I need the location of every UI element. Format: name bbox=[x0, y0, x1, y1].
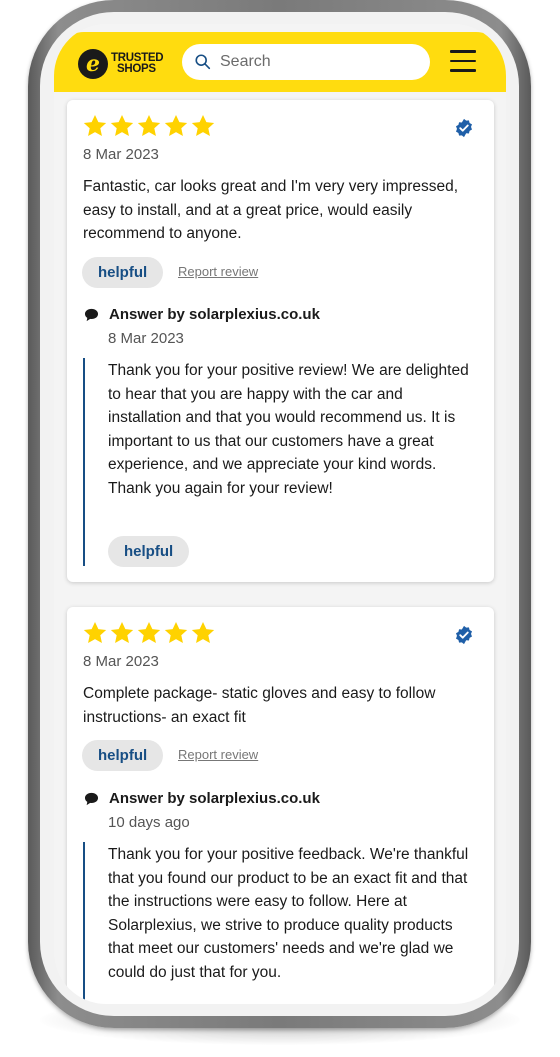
verified-badge-icon bbox=[456, 625, 472, 645]
star-rating bbox=[82, 620, 216, 648]
review-date: 8 Mar 2023 bbox=[83, 146, 159, 163]
search-icon bbox=[195, 54, 211, 70]
star-icon bbox=[164, 621, 188, 643]
menu-line bbox=[450, 50, 476, 53]
star-icon bbox=[83, 621, 107, 643]
trusted-shops-logo[interactable]: e TRUSTED SHOPS bbox=[78, 46, 168, 82]
comment-bubble-icon bbox=[84, 308, 99, 321]
answer-divider bbox=[83, 842, 85, 1004]
answer-date: 8 Mar 2023 bbox=[108, 330, 184, 347]
star-icon bbox=[110, 114, 134, 136]
verified-badge-icon bbox=[456, 118, 472, 138]
review-text: Fantastic, car looks great and I'm very … bbox=[83, 178, 459, 242]
menu-line bbox=[450, 69, 476, 72]
trusted-shops-e-icon: e bbox=[78, 49, 108, 79]
answer-title: Answer by solarplexius.co.uk bbox=[109, 306, 320, 323]
report-review-link[interactable]: Report review bbox=[178, 264, 258, 279]
logo-wordmark: TRUSTED SHOPS bbox=[111, 52, 164, 75]
answer-text: Thank you for your positive review! We a… bbox=[108, 362, 469, 497]
star-rating bbox=[82, 113, 216, 141]
star-icon bbox=[137, 114, 161, 136]
phone-screen: e TRUSTED SHOPS Search 8 Mar 2023 Fantas… bbox=[54, 24, 506, 1004]
review-card: 8 Mar 2023 Fantastic, car looks great an… bbox=[67, 100, 494, 582]
answer-helpful-button[interactable]: helpful bbox=[108, 536, 190, 567]
star-icon bbox=[137, 621, 161, 643]
review-date: 8 Mar 2023 bbox=[83, 653, 159, 670]
star-icon bbox=[164, 114, 188, 136]
helpful-button[interactable]: helpful bbox=[82, 740, 164, 771]
logo-line-2: SHOPS bbox=[117, 63, 156, 75]
site-header: e TRUSTED SHOPS bbox=[54, 32, 506, 92]
answer-header: Answer by solarplexius.co.uk bbox=[84, 790, 320, 807]
answer-title: Answer by solarplexius.co.uk bbox=[109, 790, 320, 807]
star-icon bbox=[110, 621, 134, 643]
search-box[interactable] bbox=[182, 44, 430, 80]
hamburger-menu-icon[interactable] bbox=[450, 50, 476, 72]
comment-bubble-icon bbox=[84, 792, 99, 805]
star-icon bbox=[191, 621, 215, 643]
star-icon bbox=[83, 114, 107, 136]
review-card: 8 Mar 2023 Complete package- static glov… bbox=[67, 607, 494, 1004]
answer-header: Answer by solarplexius.co.uk bbox=[84, 306, 320, 323]
search-input[interactable] bbox=[218, 52, 412, 72]
answer-text: Thank you for your positive feedback. We… bbox=[108, 846, 469, 981]
answer-divider bbox=[83, 358, 85, 566]
report-review-link[interactable]: Report review bbox=[178, 747, 258, 762]
answer-date: 10 days ago bbox=[108, 814, 190, 831]
helpful-button[interactable]: helpful bbox=[82, 257, 164, 288]
review-text: Complete package- static gloves and easy… bbox=[83, 685, 436, 726]
menu-line bbox=[450, 59, 476, 62]
star-icon bbox=[191, 114, 215, 136]
